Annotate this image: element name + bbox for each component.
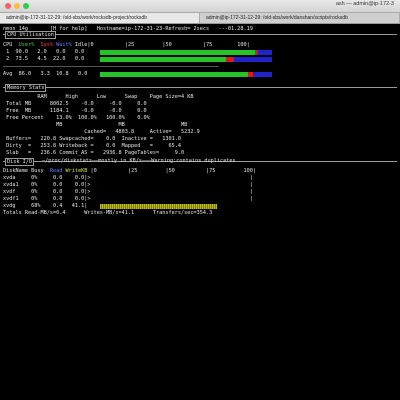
disk-row: xvda 0% 0.0 0.0|> | (3, 175, 253, 181)
disk-row: xvdf 0% 0.0 0.0|> | (3, 189, 253, 195)
memory-line: MB MB MB (3, 122, 188, 128)
disk-banner: —/proc/diskstats——mostly in KB/s———Warni… (42, 158, 236, 164)
memory-line: Cached= 4803.8 Active= 5232.9 (3, 129, 200, 135)
memory-line: Buffers= 220.8 Swapcached= 0.0 Inactive … (3, 136, 182, 142)
memory-section: Memory Stats (3, 84, 397, 92)
disk-header: DiskName Busy Read WriteKB |0 |25 |50 |7… (3, 168, 257, 174)
disk-row: xvdg 68% 0.4 41.1| (3, 203, 88, 209)
cpu-header: CPU User% Sys% Wait% Idle|0 |25 |50 |75 … (3, 42, 250, 48)
tab-bar: admin@ip-172-31-12-29: /old-sbs/work/roc… (0, 13, 400, 24)
disk-row: xvda1 0% 0.0 0.0|> | (3, 182, 253, 188)
tab-rocksdb-project[interactable]: admin@ip-172-31-12-29: /old-sbs/work/roc… (0, 13, 200, 23)
cpu-section: CPU Utilisation (3, 31, 397, 39)
terminal[interactable]: nmon 14g [H for help] Hostname=ip-172-31… (0, 24, 400, 400)
cpu-row-1: 1 90.0 2.0 0.0 0.0 (6, 49, 85, 55)
cpu-bar-wait (253, 72, 272, 77)
cpu-bar-user (100, 57, 227, 62)
disk-row: xvdf1 0% 0.0 0.0|> | (3, 196, 253, 202)
memory-line: Dirty = 253.8 Writeback = 0.0 Mapped = 6… (3, 143, 182, 149)
memory-line: Free Percent 13.0% 100.0% 100.0% 0.0% (3, 115, 150, 121)
cpu-divider: ————————————————————————————————————————… (3, 64, 219, 70)
cpu-row-2: 2 73.5 4.5 22.0 0.0 (6, 56, 85, 62)
memory-line: Free MB 1184.1 -0.0 -0.0 0.0 (3, 108, 147, 114)
cpu-bar-user (100, 50, 255, 55)
cpu-section-title: CPU Utilisation (5, 31, 56, 39)
disk-busy-bar-xvdg (100, 204, 217, 209)
disk-section-title: Disk I/O (5, 158, 34, 166)
memory-section-title: Memory Stats (5, 84, 47, 92)
window-titlebar: ash — admin@ip-172-3 (0, 0, 400, 13)
cpu-bar-wait (234, 57, 272, 62)
zoom-icon[interactable] (23, 3, 29, 9)
cpu-bar-user (100, 72, 248, 77)
cpu-bar-sys (226, 57, 235, 62)
memory-line: Total MB 8002.5 -0.0 -0.0 0.0 (3, 101, 147, 107)
cpu-bar-2 (100, 57, 272, 62)
cpu-bar-avg (100, 72, 272, 77)
window-title: ash — admin@ip-172-3 (335, 1, 394, 7)
memory-line: Slab = 236.6 Commit_AS = 2936.8 PageTabl… (3, 150, 185, 156)
minimize-icon[interactable] (14, 3, 20, 9)
memory-header: RAM High Low Swap Page Size=4 KB (3, 94, 194, 100)
cpu-bar-wait (258, 50, 272, 55)
tab-danshan-scripts[interactable]: admin@ip-172-31-12-29: /old-sbs/work/dan… (200, 13, 400, 23)
disk-totals: Totals Read-MB/s=0.4 Writes-MB/s=41.1 Tr… (3, 210, 213, 216)
close-icon[interactable] (5, 3, 11, 9)
cpu-bar-1 (100, 50, 272, 55)
cpu-avg-row: Avg 86.0 3.3 10.8 0.0 (3, 71, 88, 77)
window-controls (5, 3, 29, 9)
